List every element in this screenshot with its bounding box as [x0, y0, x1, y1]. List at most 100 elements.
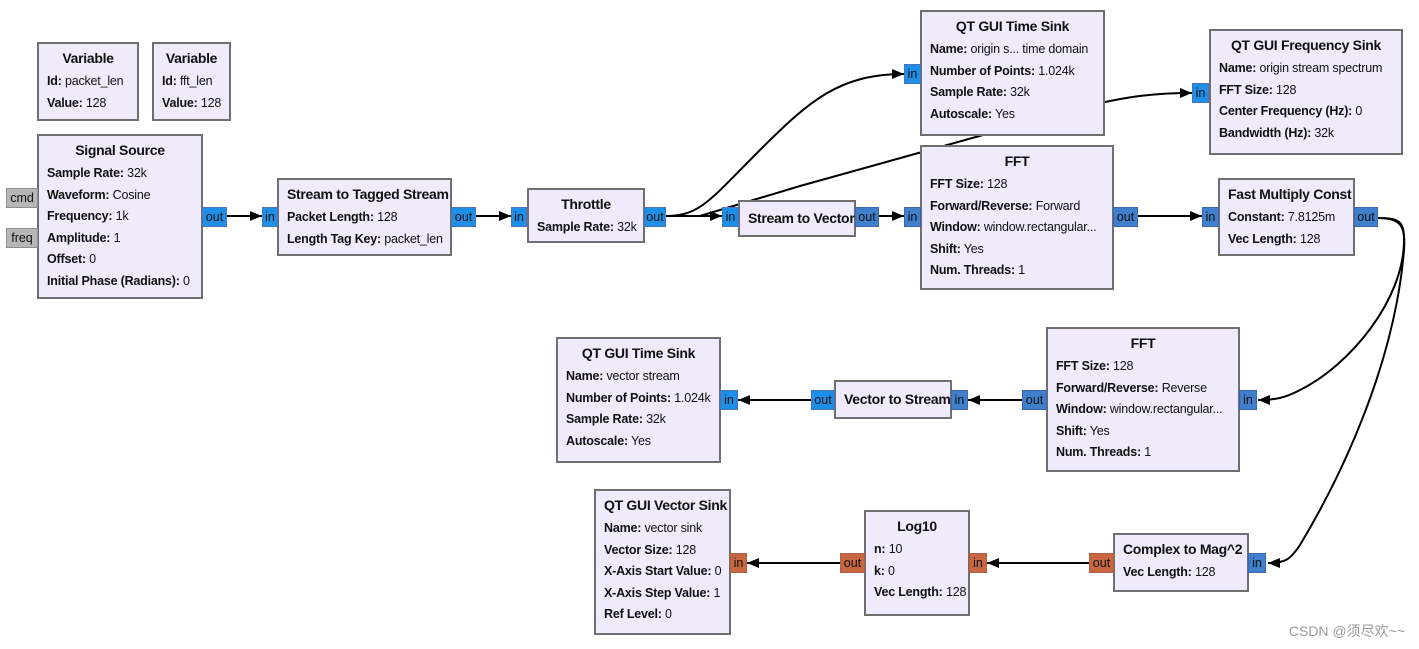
throttle-block[interactable]: Throttle Sample Rate: 32k — [527, 188, 645, 243]
param-waveform: Waveform: Cosine — [47, 187, 151, 202]
variable-block-packet-len[interactable]: Variable Id: packet_len Value: 128 — [37, 42, 139, 121]
param-window: Window: window.rectangular... — [930, 220, 1097, 234]
param-shift: Shift: Yes — [930, 241, 984, 256]
port-in[interactable]: in — [722, 207, 739, 227]
block-title: Vector to Stream — [844, 391, 951, 407]
param-autoscale: Autoscale: Yes — [930, 106, 1015, 121]
param-bandwidth: Bandwidth (Hz): 32k — [1219, 125, 1334, 140]
signal-source-block[interactable]: Signal Source Sample Rate: 32k Waveform:… — [37, 134, 203, 299]
block-title: QT GUI Frequency Sink — [1230, 37, 1382, 53]
variable-block-fft-len[interactable]: Variable Id: fft_len Value: 128 — [152, 42, 231, 121]
block-title: Stream to Vector — [748, 210, 855, 226]
port-out[interactable]: out — [1113, 207, 1138, 227]
qt-gui-time-sink-vector-block[interactable]: QT GUI Time Sink Name: vector stream Num… — [556, 337, 721, 463]
port-out[interactable]: out — [811, 390, 835, 410]
param-vec-length: Vec Length: 128 — [1123, 565, 1216, 579]
fast-multiply-const-block[interactable]: Fast Multiply Const Constant: 7.8125m Ve… — [1218, 178, 1355, 256]
param-sample-rate: Sample Rate: 32k — [930, 85, 1030, 99]
param-value: Value: 128 — [47, 95, 107, 110]
param-forward-reverse: Forward/Reverse: Reverse — [1056, 380, 1207, 395]
port-freq[interactable]: freq — [6, 228, 38, 248]
port-in[interactable]: in — [904, 64, 921, 84]
param-autoscale: Autoscale: Yes — [566, 433, 651, 448]
param-amplitude: Amplitude: 1 — [47, 230, 121, 245]
param-sample-rate: Sample Rate: 32k — [47, 166, 147, 180]
param-center-frequency: Center Frequency (Hz): 0 — [1219, 104, 1363, 118]
complex-to-mag2-block[interactable]: Complex to Mag^2 Vec Length: 128 — [1113, 533, 1249, 592]
port-in[interactable]: in — [1192, 83, 1209, 103]
stream-to-tagged-stream-block[interactable]: Stream to Tagged Stream Packet Length: 1… — [277, 178, 452, 256]
flowgraph-canvas[interactable]: Variable Id: packet_len Value: 128 Varia… — [0, 0, 1419, 649]
param-initial-phase: Initial Phase (Radians): 0 — [47, 273, 190, 288]
wire-throttle-to-time-sink-origin[interactable] — [665, 69, 905, 217]
param-fft-size: FFT Size: 128 — [1056, 359, 1134, 373]
port-out[interactable]: out — [451, 207, 476, 227]
stream-to-vector-block[interactable]: Stream to Vector — [738, 200, 856, 237]
block-title: Throttle — [561, 196, 611, 212]
block-title: FFT — [1130, 335, 1156, 351]
param-shift: Shift: Yes — [1056, 423, 1110, 438]
param-name: Name: vector stream — [566, 369, 680, 383]
port-in[interactable]: in — [730, 553, 747, 573]
param-id: Id: packet_len — [47, 74, 124, 88]
port-in[interactable]: in — [969, 553, 987, 573]
port-in[interactable]: in — [262, 207, 278, 227]
param-packet-length: Packet Length: 128 — [287, 210, 398, 224]
param-number-of-points: Number of Points: 1.024k — [566, 390, 711, 405]
block-title: Complex to Mag^2 — [1123, 541, 1243, 557]
qt-gui-frequency-sink-block[interactable]: QT GUI Frequency Sink Name: origin strea… — [1209, 29, 1403, 155]
param-value: Value: 128 — [162, 95, 222, 110]
param-window: Window: window.rectangular... — [1056, 402, 1223, 416]
port-in[interactable]: in — [904, 207, 921, 227]
fft-reverse-block[interactable]: FFT FFT Size: 128 Forward/Reverse: Rever… — [1046, 327, 1240, 472]
param-number-of-points: Number of Points: 1.024k — [930, 63, 1075, 78]
block-title: Variable — [62, 50, 114, 66]
qt-gui-vector-sink-block[interactable]: QT GUI Vector Sink Name: vector sink Vec… — [594, 489, 731, 635]
port-in[interactable]: in — [720, 390, 738, 410]
param-k: k: 0 — [874, 563, 895, 578]
param-num-threads: Num. Threads: 1 — [930, 263, 1025, 277]
param-num-threads: Num. Threads: 1 — [1056, 445, 1151, 459]
param-length-tag-key: Length Tag Key: packet_len — [287, 231, 443, 246]
param-frequency: Frequency: 1k — [47, 209, 129, 223]
port-in[interactable]: in — [1248, 553, 1266, 573]
qt-gui-time-sink-origin-block[interactable]: QT GUI Time Sink Name: origin s... time … — [920, 10, 1105, 136]
param-name: Name: vector sink — [604, 521, 703, 535]
wire-fast-multiply-to-complex-to-mag2[interactable] — [1267, 217, 1406, 568]
block-title: FFT — [1004, 153, 1030, 169]
param-ref-level: Ref Level: 0 — [604, 607, 672, 621]
port-out[interactable]: out — [855, 207, 879, 227]
port-in[interactable]: in — [511, 207, 527, 227]
param-forward-reverse: Forward/Reverse: Forward — [930, 198, 1081, 213]
log10-block[interactable]: Log10 n: 10 k: 0 Vec Length: 128 — [864, 510, 970, 616]
block-title: Variable — [165, 50, 218, 66]
block-title: Signal Source — [75, 142, 165, 158]
block-title: Log10 — [897, 518, 937, 534]
port-out[interactable]: out — [1022, 390, 1047, 410]
watermark: CSDN @须尽欢~~ — [1288, 623, 1405, 639]
param-constant: Constant: 7.8125m — [1228, 210, 1336, 224]
port-out[interactable]: out — [1354, 207, 1378, 227]
port-out[interactable]: out — [840, 553, 865, 573]
port-out[interactable]: out — [644, 207, 666, 227]
port-in[interactable]: in — [1202, 207, 1219, 227]
block-title: QT GUI Vector Sink — [604, 497, 727, 513]
param-vector-size: Vector Size: 128 — [604, 542, 697, 557]
fft-forward-block[interactable]: FFT FFT Size: 128 Forward/Reverse: Forwa… — [920, 145, 1114, 290]
port-out[interactable]: out — [1089, 553, 1114, 573]
port-in[interactable]: in — [1239, 390, 1257, 410]
port-in[interactable]: in — [951, 390, 968, 410]
vector-to-stream-block[interactable]: Vector to Stream — [834, 380, 952, 419]
param-vec-length: Vec Length: 128 — [1228, 231, 1321, 246]
param-vec-length: Vec Length: 128 — [874, 585, 967, 599]
param-fft-size: FFT Size: 128 — [930, 177, 1008, 191]
port-out[interactable]: out — [202, 207, 227, 227]
port-cmd[interactable]: cmd — [6, 188, 38, 208]
block-title: QT GUI Time Sink — [581, 345, 696, 361]
param-sample-rate: Sample Rate: 32k — [537, 220, 637, 234]
block-title: QT GUI Time Sink — [955, 18, 1070, 34]
param-x-axis-step: X-Axis Step Value: 1 — [604, 585, 721, 600]
param-x-axis-start: X-Axis Start Value: 0 — [604, 564, 722, 578]
block-title: Fast Multiply Const — [1228, 186, 1352, 202]
param-fft-size: FFT Size: 128 — [1219, 82, 1297, 97]
